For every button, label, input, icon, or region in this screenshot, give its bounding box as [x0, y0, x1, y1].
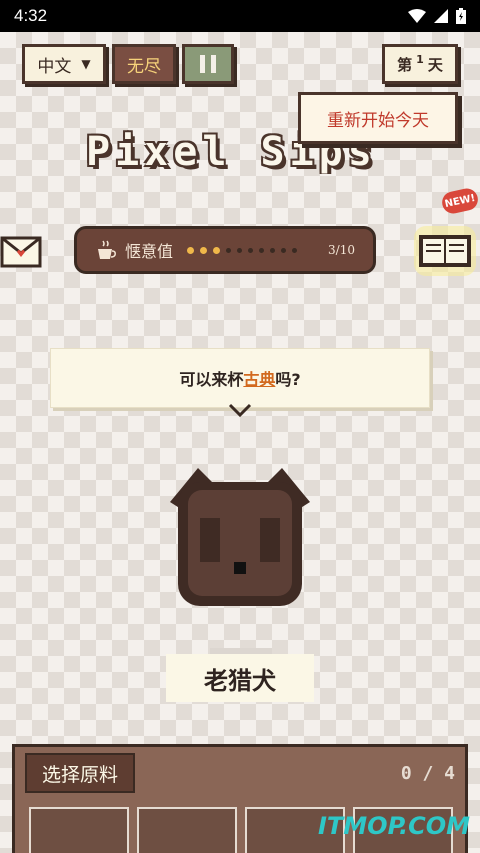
customer-name: 老猎犬 [166, 654, 314, 702]
pause-icon [200, 55, 216, 73]
wifi-icon [408, 9, 426, 23]
recipe-book-button[interactable] [414, 226, 476, 276]
meter-dot [226, 247, 232, 253]
watermark: ITMOP.COM [318, 812, 471, 840]
book-icon [419, 235, 471, 267]
meter-dot [292, 247, 298, 253]
day-prefix: 第 [397, 55, 413, 74]
meter-dot [237, 247, 243, 253]
dialog-prefix: 可以来杯 [179, 370, 244, 389]
dialog-drink-name: 古典 [243, 370, 276, 389]
coziness-meter: 惬意值 3/10 [74, 226, 376, 274]
status-time: 4:32 [14, 6, 48, 25]
meter-dot [213, 246, 221, 254]
select-ingredients-button[interactable]: 选择原料 [25, 753, 135, 793]
battery-icon [456, 8, 466, 24]
meter-dot [200, 246, 208, 254]
status-icons [408, 8, 466, 24]
dialog-suffix: 吗? [275, 370, 301, 389]
status-bar: 4:32 [0, 0, 480, 32]
hound-customer-sprite [170, 468, 310, 606]
day-number: 1 [416, 52, 424, 66]
meter-dot [248, 247, 254, 253]
ingredient-count: 0 / 4 [400, 763, 455, 784]
chevron-down-icon: ▼ [81, 57, 91, 71]
meter-dot [187, 246, 195, 254]
language-label: 中文 [37, 56, 72, 77]
ingredient-slot[interactable] [29, 807, 129, 853]
chevron-down-icon [228, 403, 252, 418]
meter-dot [270, 247, 276, 253]
letter-icon[interactable] [0, 236, 42, 268]
pause-button[interactable] [182, 44, 234, 84]
signal-icon [434, 9, 448, 23]
coffee-cup-icon [98, 240, 116, 259]
day-indicator[interactable]: 第 1 天 [382, 44, 458, 84]
meter-dot [281, 247, 287, 253]
meter-dot [259, 247, 265, 253]
meter-count: 3/10 [328, 243, 355, 257]
meter-dots [187, 246, 328, 254]
restart-day-button[interactable]: 重新开始今天 [298, 92, 458, 144]
ingredient-slot[interactable] [137, 807, 237, 853]
meter-label: 惬意值 [125, 242, 174, 261]
day-suffix: 天 [427, 55, 443, 74]
customer-dialog[interactable]: 可以来杯 古典 吗? [50, 348, 430, 408]
endless-mode-button[interactable]: 无尽 [112, 44, 176, 84]
language-select[interactable]: 中文 ▼ [22, 44, 106, 84]
new-badge: NEW! [440, 186, 480, 216]
